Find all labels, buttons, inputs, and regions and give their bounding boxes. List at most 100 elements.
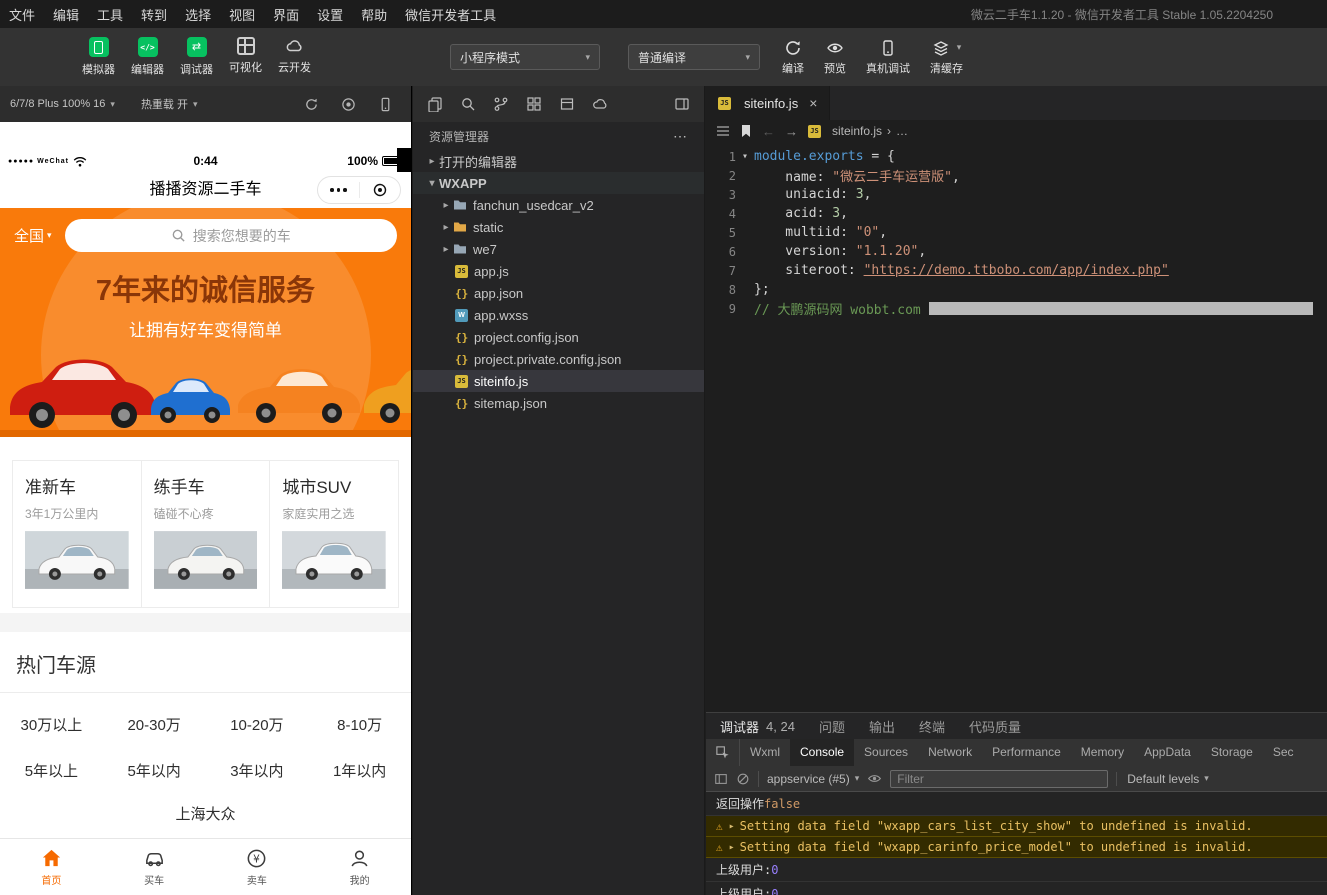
clear-console-icon[interactable] xyxy=(736,772,750,786)
devtools-tab-appdata[interactable]: AppData xyxy=(1134,739,1201,766)
compile-mode-select[interactable]: 普通编译 ▾ xyxy=(628,44,760,70)
refresh-icon[interactable] xyxy=(304,97,319,112)
filter-age-1minus[interactable]: 1年以内 xyxy=(308,760,411,781)
menu-devtools[interactable]: 微信开发者工具 xyxy=(396,5,505,24)
record-icon[interactable] xyxy=(341,97,356,112)
tab-mine[interactable]: 我的 xyxy=(308,847,411,895)
menu-interface[interactable]: 界面 xyxy=(264,5,308,24)
card-practice-car[interactable]: 练手车 磕碰不心疼 xyxy=(141,460,271,608)
files-icon[interactable] xyxy=(427,96,443,112)
card-new-car[interactable]: 准新车 3年1万公里内 xyxy=(12,460,142,608)
tree-file-app-wxss[interactable]: W app.wxss xyxy=(413,304,704,326)
breadcrumb-file[interactable]: JS siteinfo.js › … xyxy=(808,124,908,138)
compile-button[interactable]: 编译 xyxy=(782,39,804,76)
context-dropdown[interactable]: appservice (#5) ▾ xyxy=(767,772,859,786)
editor-icon: </> xyxy=(138,37,158,57)
filter-price-8-10[interactable]: 8-10万 xyxy=(308,714,411,735)
tree-file-project-config-json[interactable]: {} project.config.json xyxy=(413,326,704,348)
tree-root-wxapp[interactable]: ▾ WXAPP xyxy=(413,172,704,194)
close-icon[interactable]: × xyxy=(809,95,817,111)
tab-buy-car[interactable]: 买车 xyxy=(103,847,206,895)
menu-settings[interactable]: 设置 xyxy=(308,5,352,24)
tab-code-quality[interactable]: 代码质量 xyxy=(969,717,1021,736)
tab-debugger[interactable]: 调试器 xyxy=(720,717,759,736)
bookmark-icon[interactable] xyxy=(740,124,752,138)
tree-file-siteinfo-js[interactable]: JS siteinfo.js xyxy=(413,370,704,392)
menu-tools[interactable]: 工具 xyxy=(88,5,132,24)
devtools-tab-network[interactable]: Network xyxy=(918,739,982,766)
console-filter-input[interactable] xyxy=(890,770,1108,788)
search-input[interactable]: 搜索您想要的车 xyxy=(65,219,397,252)
device-frame-icon[interactable] xyxy=(378,97,393,112)
layout-panel-icon[interactable] xyxy=(674,96,690,112)
log-levels-dropdown[interactable]: Default levels ▾ xyxy=(1116,772,1209,786)
tree-file-app-js[interactable]: JS app.js xyxy=(413,260,704,282)
menu-select[interactable]: 选择 xyxy=(176,5,220,24)
editor-button[interactable]: </> 编辑器 xyxy=(123,37,172,77)
breadcrumb-more[interactable]: … xyxy=(896,124,908,138)
devtools-tab-performance[interactable]: Performance xyxy=(982,739,1071,766)
forward-arrow-icon[interactable]: → xyxy=(785,124,798,139)
brand-link[interactable]: 上海大众 xyxy=(0,803,411,824)
expand-arrow-icon[interactable]: ▸ xyxy=(729,821,735,832)
device-debug-button[interactable]: 真机调试 xyxy=(866,39,910,76)
simulator-button[interactable]: 模拟器 xyxy=(74,37,123,77)
exit-target-button[interactable] xyxy=(360,177,401,203)
debugger-button[interactable]: ⇄ 调试器 xyxy=(172,37,221,77)
tab-home[interactable]: 首页 xyxy=(0,847,103,895)
tree-folder-we7[interactable]: ▸ we7 xyxy=(413,238,704,260)
eye-icon[interactable] xyxy=(867,772,882,785)
cloud-icon[interactable] xyxy=(592,96,608,112)
code-editor[interactable]: 1 ▾ module.exports = { 2 name: "微云二手车运营版… xyxy=(706,142,1327,712)
tab-output[interactable]: 输出 xyxy=(869,717,895,736)
visualize-button[interactable]: 可视化 xyxy=(221,37,270,77)
filter-age-5minus[interactable]: 5年以内 xyxy=(103,760,206,781)
filter-price-20-30[interactable]: 20-30万 xyxy=(103,714,206,735)
npm-package-icon[interactable] xyxy=(559,96,575,112)
device-select[interactable]: 6/7/8 Plus 100% 16 ▾ xyxy=(10,98,115,110)
more-button[interactable] xyxy=(318,177,359,203)
tree-file-app-json[interactable]: {} app.json xyxy=(413,282,704,304)
tab-problems[interactable]: 问题 xyxy=(819,717,845,736)
tree-file-sitemap-json[interactable]: {} sitemap.json xyxy=(413,392,704,414)
git-branch-icon[interactable] xyxy=(493,96,509,112)
devtools-tab-wxml[interactable]: Wxml xyxy=(740,739,790,766)
fold-down-icon[interactable]: ▾ xyxy=(736,151,754,162)
devtools-tab-security[interactable]: Sec xyxy=(1263,739,1304,766)
preview-button[interactable]: 预览 xyxy=(824,39,846,76)
filter-price-30plus[interactable]: 30万以上 xyxy=(0,714,103,735)
devtools-tab-storage[interactable]: Storage xyxy=(1201,739,1263,766)
hot-reload-toggle[interactable]: 热重载 开 ▾ xyxy=(141,96,198,112)
clear-cache-button[interactable]: ▾ 清缓存 xyxy=(930,39,963,76)
menu-goto[interactable]: 转到 xyxy=(132,5,176,24)
menu-file[interactable]: 文件 xyxy=(0,5,44,24)
tree-open-editors[interactable]: ▸ 打开的编辑器 xyxy=(413,150,704,172)
filter-price-10-20[interactable]: 10-20万 xyxy=(206,714,309,735)
devtools-tab-memory[interactable]: Memory xyxy=(1071,739,1134,766)
back-arrow-icon[interactable]: ← xyxy=(762,124,775,139)
filter-age-5plus[interactable]: 5年以上 xyxy=(0,760,103,781)
list-icon[interactable] xyxy=(716,125,730,137)
devtools-tab-console[interactable]: Console xyxy=(790,739,854,766)
cloud-dev-button[interactable]: 云开发 xyxy=(270,37,319,77)
tab-siteinfo-js[interactable]: JS siteinfo.js × xyxy=(706,86,830,120)
devtools-tab-sources[interactable]: Sources xyxy=(854,739,918,766)
menu-help[interactable]: 帮助 xyxy=(352,5,396,24)
card-city-suv[interactable]: 城市SUV 家庭实用之选 xyxy=(269,460,399,608)
search-icon[interactable] xyxy=(460,96,476,112)
extensions-icon[interactable] xyxy=(526,96,542,112)
filter-age-3minus[interactable]: 3年以内 xyxy=(206,760,309,781)
tree-folder-fanchun-usedcar-v2[interactable]: ▸ fanchun_usedcar_v2 xyxy=(413,194,704,216)
tab-sell-car[interactable]: ¥ 卖车 xyxy=(206,847,309,895)
console-sidebar-icon[interactable] xyxy=(714,772,728,786)
location-dropdown[interactable]: 全国 ▾ xyxy=(14,225,52,246)
menu-edit[interactable]: 编辑 xyxy=(44,5,88,24)
tree-folder-static[interactable]: ▸ static xyxy=(413,216,704,238)
mode-select[interactable]: 小程序模式 ▾ xyxy=(450,44,600,70)
more-actions-icon[interactable]: ⋯ xyxy=(673,128,688,145)
tree-file-project-private-config-json[interactable]: {} project.private.config.json xyxy=(413,348,704,370)
inspect-element-icon[interactable] xyxy=(706,739,740,766)
tab-terminal[interactable]: 终端 xyxy=(919,717,945,736)
menu-view[interactable]: 视图 xyxy=(220,5,264,24)
expand-arrow-icon[interactable]: ▸ xyxy=(729,842,735,853)
